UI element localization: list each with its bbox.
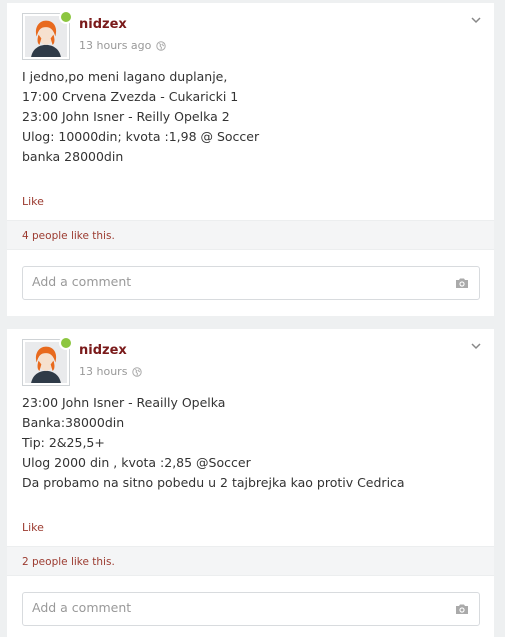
author-name[interactable]: nidzex — [79, 17, 127, 32]
likes-count-link[interactable]: 4 people like this. — [22, 230, 115, 242]
online-status-icon — [59, 10, 73, 24]
post-card: nidzex 13 hours ago I jedno,po meni laga… — [7, 3, 494, 316]
avatar[interactable] — [22, 10, 73, 60]
author-name[interactable]: nidzex — [79, 343, 127, 358]
likes-summary: 4 people like this. — [7, 220, 494, 250]
avatar[interactable] — [22, 336, 73, 386]
post-line: Ulog 2000 din , kvota :2,85 @Soccer — [22, 455, 251, 470]
likes-count-link[interactable]: 2 people like this. — [22, 556, 115, 568]
post-line: 23:00 John Isner - Reilly Opelka 2 — [22, 109, 230, 124]
post-line: banka 28000din — [22, 149, 124, 164]
chevron-down-icon[interactable] — [470, 15, 482, 25]
post-line: Banka:38000din — [22, 415, 125, 430]
globe-icon — [156, 40, 167, 51]
online-status-icon — [59, 336, 73, 350]
post-line: I jedno,po meni lagano duplanje, — [22, 69, 228, 84]
timestamp[interactable]: 13 hours — [79, 365, 127, 378]
post-line: Tip: 2&25,5+ — [22, 435, 105, 450]
comment-input[interactable] — [32, 274, 432, 289]
chevron-down-icon[interactable] — [470, 341, 482, 351]
post-line: Da probamo na sitno pobedu u 2 tajbrejka… — [22, 475, 405, 490]
post-line: 17:00 Crvena Zvezda - Cukaricki 1 — [22, 89, 239, 104]
post-body: 23:00 John Isner - Reailly Opelka Banka:… — [22, 393, 405, 493]
camera-icon[interactable] — [455, 603, 469, 615]
post-meta: 13 hours ago — [79, 39, 167, 52]
likes-summary: 2 people like this. — [7, 546, 494, 576]
post-meta: 13 hours — [79, 365, 143, 378]
timestamp[interactable]: 13 hours ago — [79, 39, 151, 52]
comment-box — [22, 592, 480, 626]
camera-icon[interactable] — [455, 277, 469, 289]
globe-icon — [132, 366, 143, 377]
like-button[interactable]: Like — [22, 521, 44, 534]
comment-box — [22, 266, 480, 300]
post-card: nidzex 13 hours 23:00 John Isner - Reail… — [7, 329, 494, 637]
post-line: 23:00 John Isner - Reailly Opelka — [22, 395, 226, 410]
like-button[interactable]: Like — [22, 195, 44, 208]
post-line: Ulog: 10000din; kvota :1,98 @ Soccer — [22, 129, 260, 144]
post-body: I jedno,po meni lagano duplanje, 17:00 C… — [22, 67, 259, 167]
comment-input[interactable] — [32, 600, 432, 615]
